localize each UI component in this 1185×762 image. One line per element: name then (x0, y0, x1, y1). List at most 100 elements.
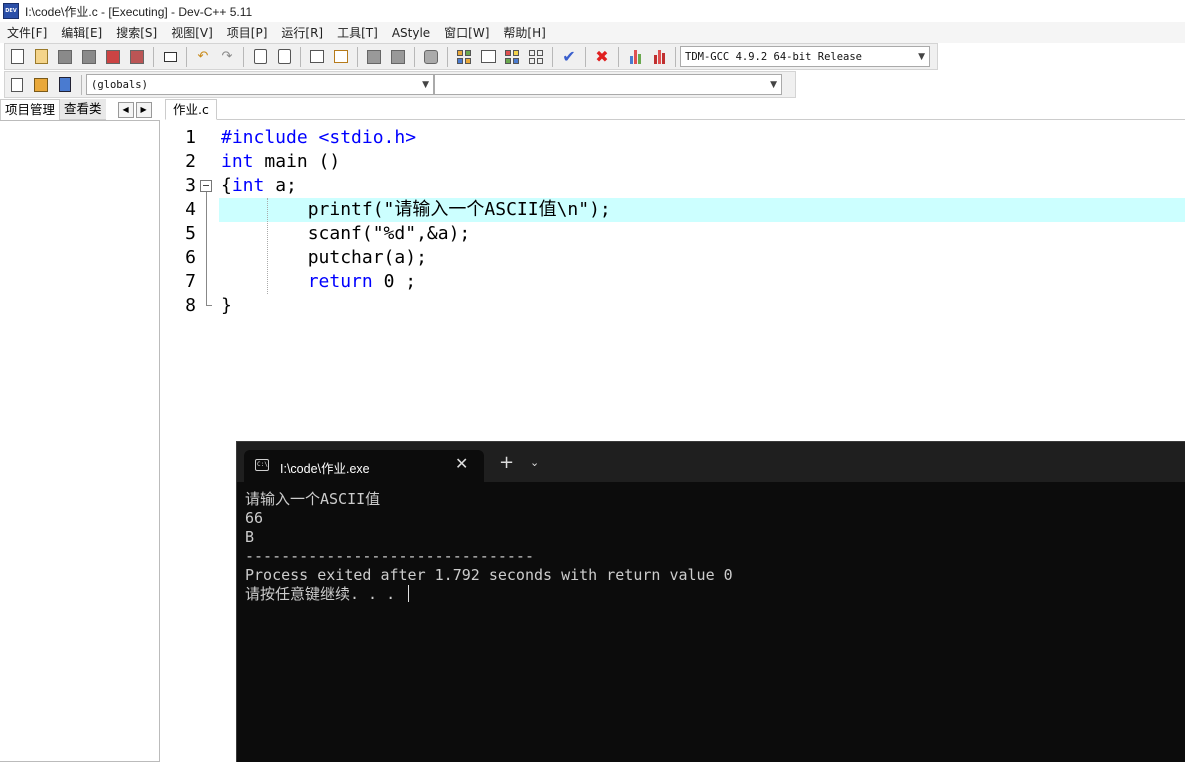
keyword-int: int (221, 151, 254, 172)
code-text: #include <stdio.h> (221, 127, 417, 148)
indent-guide (267, 198, 268, 294)
menu-astyle[interactable]: AStyle (385, 26, 437, 40)
code-text: int main () (221, 150, 340, 174)
console-title-bar: C:\ I:\code\作业.exe ✕ + ⌄ (237, 442, 1185, 482)
toolbar-separator (414, 46, 415, 67)
stop-execution-button[interactable]: ✖ (592, 47, 612, 67)
toolbar-separator (618, 46, 619, 67)
window-title: I:\code\作业.c - [Executing] - Dev-C++ 5.1… (25, 4, 253, 19)
toggle-bookmark-button[interactable] (331, 47, 351, 67)
save-all-button[interactable] (79, 47, 99, 67)
class-toolbar: (globals) ▼ ▼ (4, 71, 796, 98)
close-file-button[interactable] (103, 47, 123, 67)
delete-profile-button[interactable] (649, 47, 669, 67)
code-text: scanf("%d",&a); (221, 223, 471, 244)
tab-scroll-right-icon[interactable]: ▶ (135, 101, 152, 118)
new-project-button[interactable] (454, 47, 474, 67)
new-file-icon (10, 49, 24, 64)
undo-button[interactable]: ↶ (193, 47, 213, 67)
scope-select[interactable]: (globals) ▼ (86, 74, 434, 95)
toggle-comment-button[interactable] (421, 47, 441, 67)
fold-end-marker (206, 305, 212, 306)
toolbar-separator (243, 46, 244, 67)
open-file-icon (34, 49, 48, 64)
replace-button[interactable] (274, 47, 294, 67)
line-number: 5 (185, 223, 196, 244)
toolbar-separator (300, 46, 301, 67)
tile-windows-button[interactable] (526, 47, 546, 67)
line-number: 8 (185, 295, 196, 316)
line-number: 4 (185, 199, 196, 220)
window-icon (480, 50, 496, 63)
goto-declaration-button[interactable] (55, 75, 75, 95)
code-rest: 0 ; (372, 271, 417, 292)
console-tab[interactable]: C:\ I:\code\作业.exe ✕ (244, 450, 484, 482)
options-grid-icon (505, 49, 519, 64)
fold-collapse-icon[interactable] (200, 180, 212, 192)
toolbar-separator (153, 46, 154, 67)
goto-icon (34, 77, 48, 92)
goto-line-icon (310, 50, 324, 63)
menu-edit[interactable]: 编辑[E] (54, 24, 109, 41)
function-select[interactable]: ▼ (434, 74, 782, 95)
open-file-button[interactable] (31, 47, 51, 67)
tab-class-browser[interactable]: 查看类 (60, 99, 106, 120)
fullscreen-button[interactable] (478, 47, 498, 67)
keyword-int: int (231, 175, 265, 196)
menu-tools[interactable]: 工具[T] (330, 24, 385, 41)
save-button[interactable] (55, 47, 75, 67)
menu-run[interactable]: 运行[R] (274, 24, 330, 41)
title-bar: DEV I:\code\作业.c - [Executing] - Dev-C++… (0, 0, 1185, 22)
devcpp-app-icon: DEV (3, 3, 19, 19)
bookmark-icon (334, 50, 348, 63)
console-line: 请按任意键继续. . . (245, 585, 733, 604)
goto-definition-button[interactable] (31, 75, 51, 95)
print-button[interactable] (160, 47, 180, 67)
menu-file[interactable]: 文件[F] (0, 24, 54, 41)
left-panel-tabs: 项目管理 查看类 ◀ ▶ (0, 99, 162, 120)
unindent-button[interactable] (388, 47, 408, 67)
chevron-down-icon: ▼ (918, 51, 925, 62)
comment-icon (424, 49, 438, 64)
compiler-select-value: TDM-GCC 4.9.2 64-bit Release (685, 50, 863, 63)
chevron-down-icon[interactable]: ⌄ (530, 456, 539, 469)
menu-view[interactable]: 视图[V] (164, 24, 220, 41)
toolbar-separator (447, 46, 448, 67)
close-all-button[interactable] (127, 47, 147, 67)
profile-button[interactable] (625, 47, 645, 67)
console-line: Process exited after 1.792 seconds with … (245, 566, 733, 584)
insert-code-button[interactable] (7, 75, 27, 95)
console-line: -------------------------------- (245, 547, 534, 565)
close-all-icon (130, 49, 144, 64)
project-options-button[interactable] (502, 47, 522, 67)
line-number: 7 (185, 271, 196, 292)
undo-icon: ↶ (197, 49, 209, 64)
project-tree-panel[interactable] (0, 120, 160, 762)
unindent-icon (391, 49, 405, 64)
save-all-icon (82, 49, 96, 64)
check-syntax-button[interactable]: ✔ (559, 47, 579, 67)
menu-window[interactable]: 窗口[W] (437, 24, 496, 41)
tile-grid-icon (529, 49, 543, 64)
tab-project-manager[interactable]: 项目管理 (0, 99, 61, 120)
tab-scroll-left-icon[interactable]: ◀ (117, 101, 134, 118)
close-icon[interactable]: ✕ (455, 454, 468, 473)
menu-search[interactable]: 搜索[S] (109, 24, 164, 41)
compiler-select[interactable]: TDM-GCC 4.9.2 64-bit Release ▼ (680, 46, 930, 67)
menu-project[interactable]: 项目[P] (220, 24, 275, 41)
console-line: 请输入一个ASCII值 (245, 490, 381, 508)
goto-line-button[interactable] (307, 47, 327, 67)
console-window[interactable]: C:\ I:\code\作业.exe ✕ + ⌄ 请输入一个ASCII值 66 B -… (236, 441, 1185, 762)
project-grid-icon (457, 49, 471, 64)
menu-help[interactable]: 帮助[H] (496, 24, 552, 41)
find-button[interactable] (250, 47, 270, 67)
tab-file-zuoye-c[interactable]: 作业.c (165, 99, 217, 120)
new-file-button[interactable] (7, 47, 27, 67)
keyword-return: return (307, 271, 373, 292)
code-line-current: 4 printf("请输入一个ASCII值\n"); (165, 198, 1185, 222)
redo-icon: ↷ (221, 49, 233, 64)
plus-icon[interactable]: + (499, 454, 514, 472)
editor-tab-bar: 作业.c (165, 99, 1185, 120)
redo-button[interactable]: ↷ (217, 47, 237, 67)
indent-button[interactable] (364, 47, 384, 67)
